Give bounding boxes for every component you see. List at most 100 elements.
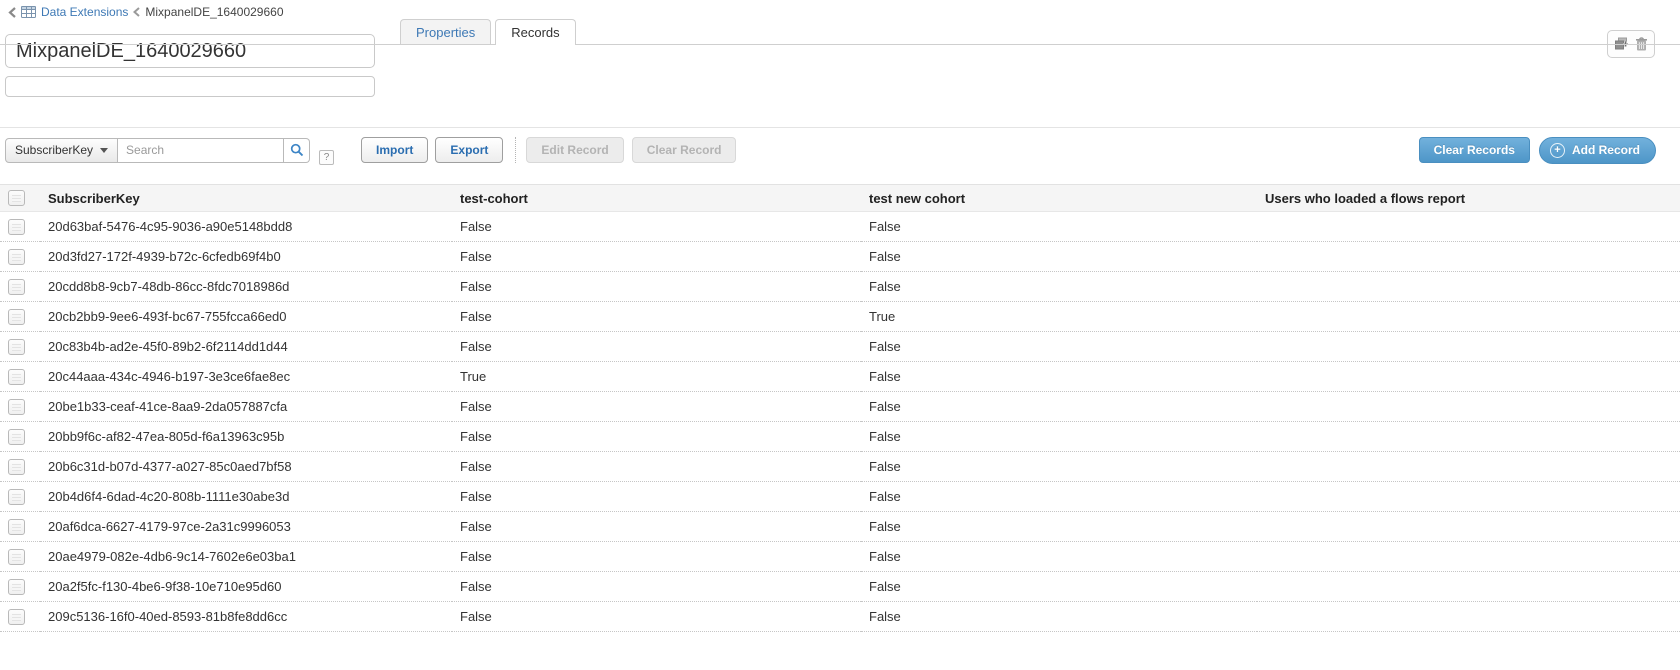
row-test-new-cohort: False: [861, 362, 1257, 392]
table-row[interactable]: 20a2f5fc-f130-4be6-9f38-10e710e95d60 Fal…: [0, 572, 1680, 602]
row-test-cohort: False: [452, 602, 861, 632]
row-users-flows-report: [1257, 572, 1680, 602]
row-test-cohort: False: [452, 452, 861, 482]
row-users-flows-report: [1257, 392, 1680, 422]
clear-records-button[interactable]: Clear Records: [1419, 137, 1530, 163]
row-test-cohort: False: [452, 302, 861, 332]
row-subscriber-key: 20a2f5fc-f130-4be6-9f38-10e710e95d60: [40, 572, 452, 602]
search-field-dropdown-value: SubscriberKey: [15, 143, 93, 157]
column-header-test-cohort[interactable]: test-cohort: [452, 185, 861, 212]
table-row[interactable]: 20b6c31d-b07d-4377-a027-85c0aed7bf58 Fal…: [0, 452, 1680, 482]
row-checkbox[interactable]: [8, 429, 25, 445]
row-checkbox[interactable]: [8, 459, 25, 475]
import-button[interactable]: Import: [361, 137, 428, 163]
row-subscriber-key: 20b6c31d-b07d-4377-a027-85c0aed7bf58: [40, 452, 452, 482]
row-users-flows-report: [1257, 212, 1680, 242]
row-subscriber-key: 20c83b4b-ad2e-45f0-89b2-6f2114dd1d44: [40, 332, 452, 362]
table-row[interactable]: 20c44aaa-434c-4946-b197-3e3ce6fae8ec Tru…: [0, 362, 1680, 392]
row-checkbox[interactable]: [8, 309, 25, 325]
tab-strip: Properties Records: [0, 20, 1680, 45]
row-checkbox[interactable]: [8, 219, 25, 235]
help-icon[interactable]: ?: [319, 150, 334, 165]
row-users-flows-report: [1257, 482, 1680, 512]
row-checkbox[interactable]: [8, 609, 25, 625]
row-subscriber-key: 20d3fd27-172f-4939-b72c-6cfedb69f4b0: [40, 242, 452, 272]
row-test-cohort: False: [452, 512, 861, 542]
clear-record-button[interactable]: Clear Record: [632, 137, 737, 163]
select-all-checkbox[interactable]: [8, 190, 25, 206]
row-test-new-cohort: False: [861, 602, 1257, 632]
export-button[interactable]: Export: [435, 137, 503, 163]
row-checkbox[interactable]: [8, 369, 25, 385]
row-test-cohort: False: [452, 392, 861, 422]
table-row[interactable]: 20af6dca-6627-4179-97ce-2a31c9996053 Fal…: [0, 512, 1680, 542]
row-checkbox[interactable]: [8, 519, 25, 535]
row-test-cohort: False: [452, 482, 861, 512]
table-row[interactable]: 20c83b4b-ad2e-45f0-89b2-6f2114dd1d44 Fal…: [0, 332, 1680, 362]
row-test-new-cohort: False: [861, 242, 1257, 272]
records-toolbar: SubscriberKey ? Import Export Edit Recor…: [0, 128, 1680, 172]
search-icon: [290, 143, 304, 157]
column-header-subscriberkey[interactable]: SubscriberKey: [40, 185, 452, 212]
row-users-flows-report: [1257, 332, 1680, 362]
table-row[interactable]: 20cb2bb9-9ee6-493f-bc67-755fcca66ed0 Fal…: [0, 302, 1680, 332]
row-test-new-cohort: False: [861, 392, 1257, 422]
row-users-flows-report: [1257, 422, 1680, 452]
row-subscriber-key: 20cb2bb9-9ee6-493f-bc67-755fcca66ed0: [40, 302, 452, 332]
row-test-new-cohort: False: [861, 272, 1257, 302]
data-extension-description-input[interactable]: [5, 76, 375, 97]
row-test-cohort: False: [452, 542, 861, 572]
row-checkbox[interactable]: [8, 279, 25, 295]
row-subscriber-key: 20bb9f6c-af82-47ea-805d-f6a13963c95b: [40, 422, 452, 452]
row-test-cohort: False: [452, 272, 861, 302]
add-record-button[interactable]: + Add Record: [1539, 137, 1656, 164]
tab-records[interactable]: Records: [495, 19, 575, 45]
breadcrumb-back-icon[interactable]: [8, 7, 16, 18]
add-record-label: Add Record: [1572, 143, 1640, 157]
breadcrumb-current: MixpanelDE_1640029660: [145, 5, 283, 19]
row-test-new-cohort: False: [861, 482, 1257, 512]
row-subscriber-key: 20cdd8b8-9cb7-48db-86cc-8fdc7018986d: [40, 272, 452, 302]
breadcrumb-link-data-extensions[interactable]: Data Extensions: [41, 5, 128, 19]
row-test-cohort: False: [452, 242, 861, 272]
row-checkbox[interactable]: [8, 399, 25, 415]
records-panel: SubscriberKey ? Import Export Edit Recor…: [0, 127, 1680, 632]
table-row[interactable]: 209c5136-16f0-40ed-8593-81b8fe8dd6cc Fal…: [0, 602, 1680, 632]
row-checkbox[interactable]: [8, 579, 25, 595]
table-row[interactable]: 20d3fd27-172f-4939-b72c-6cfedb69f4b0 Fal…: [0, 242, 1680, 272]
records-table: SubscriberKey test-cohort test new cohor…: [0, 184, 1680, 632]
row-users-flows-report: [1257, 602, 1680, 632]
row-subscriber-key: 20b4d6f4-6dad-4c20-808b-1111e30abe3d: [40, 482, 452, 512]
column-header-test-new-cohort[interactable]: test new cohort: [861, 185, 1257, 212]
row-subscriber-key: 20be1b33-ceaf-41ce-8aa9-2da057887cfa: [40, 392, 452, 422]
row-test-new-cohort: False: [861, 512, 1257, 542]
row-test-cohort: False: [452, 572, 861, 602]
row-subscriber-key: 20c44aaa-434c-4946-b197-3e3ce6fae8ec: [40, 362, 452, 392]
edit-record-button[interactable]: Edit Record: [526, 137, 623, 163]
row-checkbox[interactable]: [8, 249, 25, 265]
column-header-users-flows-report[interactable]: Users who loaded a flows report: [1257, 185, 1680, 212]
row-test-new-cohort: False: [861, 422, 1257, 452]
row-checkbox[interactable]: [8, 339, 25, 355]
search-button[interactable]: [284, 138, 310, 163]
table-row[interactable]: 20d63baf-5476-4c95-9036-a90e5148bdd8 Fal…: [0, 212, 1680, 242]
plus-icon: +: [1550, 143, 1565, 158]
row-checkbox[interactable]: [8, 489, 25, 505]
table-row[interactable]: 20bb9f6c-af82-47ea-805d-f6a13963c95b Fal…: [0, 422, 1680, 452]
search-field-dropdown[interactable]: SubscriberKey: [5, 138, 118, 163]
row-test-new-cohort: False: [861, 212, 1257, 242]
row-users-flows-report: [1257, 302, 1680, 332]
row-users-flows-report: [1257, 452, 1680, 482]
table-row[interactable]: 20ae4979-082e-4db6-9c14-7602e6e03ba1 Fal…: [0, 542, 1680, 572]
table-row[interactable]: 20be1b33-ceaf-41ce-8aa9-2da057887cfa Fal…: [0, 392, 1680, 422]
row-test-new-cohort: False: [861, 572, 1257, 602]
records-table-body: 20d63baf-5476-4c95-9036-a90e5148bdd8 Fal…: [0, 212, 1680, 632]
table-row[interactable]: 20b4d6f4-6dad-4c20-808b-1111e30abe3d Fal…: [0, 482, 1680, 512]
row-subscriber-key: 20af6dca-6627-4179-97ce-2a31c9996053: [40, 512, 452, 542]
row-test-cohort: False: [452, 422, 861, 452]
tab-properties[interactable]: Properties: [400, 19, 491, 44]
row-checkbox[interactable]: [8, 549, 25, 565]
table-row[interactable]: 20cdd8b8-9cb7-48db-86cc-8fdc7018986d Fal…: [0, 272, 1680, 302]
row-users-flows-report: [1257, 242, 1680, 272]
search-input[interactable]: [118, 138, 284, 163]
